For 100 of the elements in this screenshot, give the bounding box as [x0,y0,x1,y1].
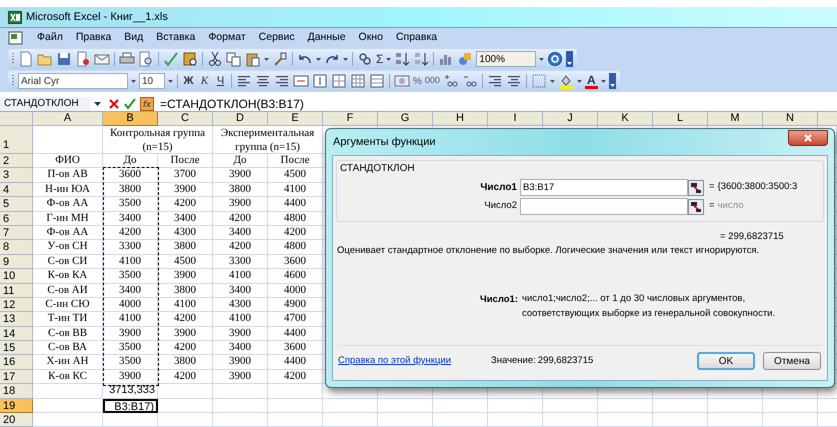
spelling-check-icon[interactable] [163,51,179,67]
menu-item[interactable]: Вид [124,30,144,46]
currency-icon[interactable] [394,73,410,89]
zoom-combo-box[interactable]: 100% [476,51,536,67]
row-header[interactable]: 3 [0,168,33,183]
increase-decimal-icon[interactable] [442,73,459,89]
cell-editor[interactable]: B3:B17) [103,398,158,414]
row-header[interactable]: 8 [0,240,33,255]
thousands-separator-button[interactable]: 000 [424,74,440,88]
column-header[interactable]: E [268,112,323,126]
column-header[interactable]: K [598,112,653,126]
column-header[interactable]: J [543,112,598,126]
row-header[interactable]: 6 [0,212,33,226]
menu-item[interactable]: Файл [37,30,63,46]
row-header[interactable]: 11 [0,284,33,298]
row-header[interactable]: 17 [0,370,33,384]
print-preview-icon[interactable] [138,51,154,67]
research-book-icon[interactable] [182,51,198,67]
column-header[interactable]: I [488,112,543,126]
insert-function-button[interactable]: fx [140,97,154,111]
cells-icon[interactable] [331,73,347,89]
hyperlink-icon[interactable] [357,51,373,67]
column-header[interactable]: G [378,112,433,126]
font-size-combo-box[interactable]: 10 [139,73,165,89]
toolbar-options-icon[interactable] [608,73,616,89]
row-header[interactable]: 2 [0,154,33,168]
toolbar-options-icon[interactable] [566,51,574,67]
permission-icon[interactable] [75,51,91,67]
decrease-indent-icon[interactable] [486,73,503,89]
range-select-icon[interactable] [688,198,704,214]
menu-item[interactable]: Правка [76,30,112,46]
new-document-icon[interactable] [18,51,34,67]
menu-item[interactable]: Вставка [156,30,196,46]
sort-descending-icon[interactable] [413,51,430,67]
row-header[interactable]: 13 [0,312,33,327]
format-brush-icon[interactable] [272,51,288,67]
column-header[interactable]: D [213,112,268,126]
font-color-button[interactable]: A [584,74,598,88]
dialog-button[interactable]: Отмена [763,352,821,370]
row-header[interactable]: 12 [0,298,33,312]
argument-input[interactable]: B3:B17 [520,179,688,196]
paste-clipboard-icon[interactable] [245,51,261,67]
table-cell: Ф-ов АА [33,197,103,212]
borders-icon[interactable] [530,73,547,89]
dialog-button[interactable]: OK [697,352,755,370]
italic-button[interactable]: К [198,72,211,90]
row-header[interactable]: 14 [0,326,33,342]
menu-item[interactable]: Формат [208,30,246,46]
row-header[interactable]: 15 [0,341,33,356]
percent-style-button[interactable]: % [413,74,422,88]
menu-item[interactable]: Окно [358,30,383,46]
row-header[interactable]: 19 [0,398,33,414]
column-header[interactable]: M [708,112,763,126]
merge-center-icon[interactable] [293,73,309,89]
table-grid-icon[interactable] [350,73,366,89]
column-header[interactable]: L [653,112,708,126]
table-cell: Ф-ов АА [33,226,103,240]
workbook-icon[interactable] [8,31,24,45]
drawing-shapes-icon[interactable] [457,51,474,67]
row-header[interactable]: 18 [0,384,33,399]
cancel-icon[interactable] [108,98,120,110]
row-header[interactable]: 5 [0,197,33,212]
increase-indent-icon[interactable] [506,73,522,89]
row-header[interactable]: 16 [0,355,33,370]
menu-item[interactable]: Данные [308,30,346,46]
rows-icon[interactable] [369,73,385,89]
column-header[interactable]: N [763,112,818,126]
close-button[interactable] [788,130,828,146]
help-link[interactable]: Справка по этой функции [336,354,452,368]
column-header[interactable]: A [33,112,103,126]
row-header[interactable]: 9 [0,254,33,270]
row-header[interactable]: 10 [0,269,33,284]
bold-button[interactable]: Ж [182,72,195,90]
align-top-icon[interactable] [312,73,328,89]
font-name-combo-box[interactable]: Arial Cyr [18,73,128,89]
menu-item[interactable]: Сервис [258,30,295,46]
range-select-icon[interactable] [688,180,704,196]
row-header[interactable]: 1 [0,126,33,154]
row-header[interactable]: 4 [0,182,33,198]
copy-icon[interactable] [226,51,242,67]
underline-button[interactable]: Ч [214,72,227,90]
row-header[interactable]: 7 [0,226,33,240]
column-header[interactable]: B [103,112,158,126]
column-header[interactable]: C [158,112,213,126]
column-header[interactable]: F [323,112,378,126]
scissors-icon[interactable] [207,51,223,67]
align-left-icon[interactable] [236,73,252,89]
row-header[interactable]: 20 [0,413,33,427]
align-right-icon[interactable] [274,73,290,89]
check-icon[interactable] [124,98,136,110]
fill-color-icon[interactable] [558,73,574,89]
align-center-icon[interactable] [255,73,271,89]
sort-ascending-icon[interactable] [394,51,410,67]
formula-field[interactable]: =СТАНДОТКЛОН(B3:B17) [160,97,304,111]
column-header[interactable]: H [433,112,488,126]
argument-input[interactable] [520,198,688,215]
autosum-button[interactable]: Σ [376,50,384,68]
menu-item[interactable]: Справка [396,30,438,46]
help-icon[interactable] [547,51,564,67]
name-box[interactable]: СТАНДОТКЛОН [0,97,90,111]
